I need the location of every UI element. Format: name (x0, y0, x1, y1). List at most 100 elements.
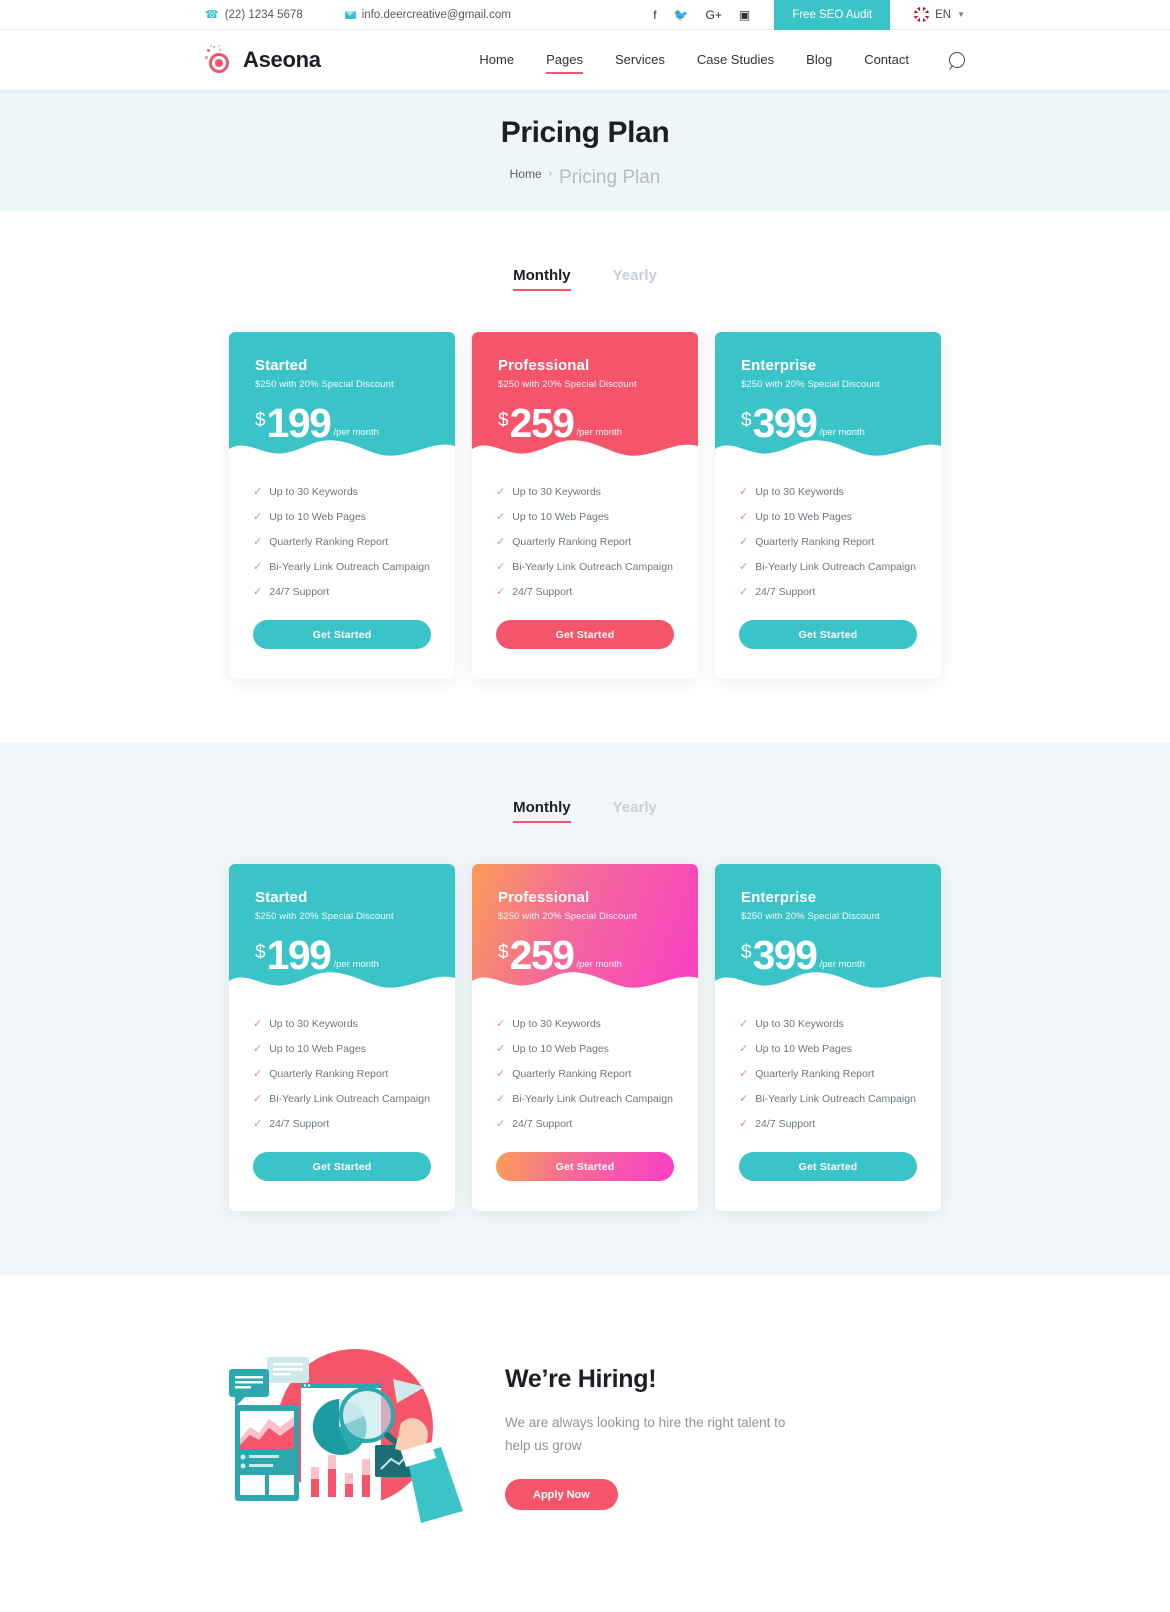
page-title: Pricing Plan (500, 115, 670, 151)
feature-label: Up to 10 Web Pages (755, 511, 852, 523)
plan-currency: $ (741, 410, 752, 431)
list-item: ✓ Up to 30 Keywords (739, 486, 917, 498)
nav-item-pages[interactable]: Pages (530, 50, 599, 74)
plan-name: Started (255, 357, 308, 374)
feature-label: Quarterly Ranking Report (269, 1068, 389, 1080)
list-item: ✓ 24/7 Support (253, 1118, 431, 1130)
plan-subtitle: $250 with 20% Special Discount (741, 911, 880, 922)
check-icon: ✓ (739, 1092, 749, 1105)
breadcrumb-current: Pricing Plan (558, 166, 661, 188)
nav-item-contact[interactable]: Contact (848, 50, 925, 70)
breadcrumb: Home › Pricing Plan (510, 161, 661, 187)
nav-menu: Home Pages Services Case Studies Blog Co… (463, 48, 969, 74)
plan-name: Enterprise (741, 889, 817, 906)
check-icon: ✓ (739, 485, 749, 498)
brand-logo[interactable]: Aseona (205, 45, 321, 75)
check-icon: ✓ (739, 1017, 749, 1030)
check-icon: ✓ (496, 1117, 506, 1130)
plan-cta-wrap: Get Started (715, 598, 941, 679)
search-icon[interactable] (945, 48, 969, 72)
plan-features: ✓ Up to 30 Keywords ✓ Up to 10 Web Pages ✓… (715, 460, 941, 598)
plan-cta-wrap: Get Started (472, 1130, 698, 1211)
check-icon: ✓ (739, 1067, 749, 1080)
wave-divider-icon (229, 972, 455, 993)
check-icon: ✓ (739, 1117, 749, 1130)
get-started-button[interactable]: Get Started (739, 620, 917, 649)
instagram-icon[interactable]: ▣ (739, 9, 750, 21)
feature-label: Up to 30 Keywords (755, 1018, 844, 1030)
billing-toggle-monthly-2[interactable]: Monthly (513, 799, 571, 823)
feature-label: Up to 30 Keywords (512, 486, 601, 498)
feature-label: Quarterly Ranking Report (755, 1068, 875, 1080)
brand-name: Aseona (243, 47, 321, 72)
nav-item-home[interactable]: Home (463, 50, 530, 70)
check-icon: ✓ (253, 1117, 263, 1130)
pricing-card-header: Started $250 with 20% Special Discount $… (229, 864, 455, 993)
list-item: ✓ Up to 30 Keywords (253, 486, 431, 498)
billing-toggle-yearly-2[interactable]: Yearly (613, 799, 657, 823)
pricing-card-header: Professional $250 with 20% Special Disco… (472, 864, 698, 993)
topbar: ☎ (22) 1234 5678 info.deercreative@gmail… (0, 0, 1170, 30)
get-started-button[interactable]: Get Started (739, 1152, 917, 1181)
check-icon: ✓ (496, 1067, 506, 1080)
list-item: ✓ Up to 30 Keywords (496, 486, 674, 498)
feature-label: 24/7 Support (512, 586, 573, 598)
check-icon: ✓ (496, 585, 506, 598)
check-icon: ✓ (739, 1042, 749, 1055)
get-started-button[interactable]: Get Started (496, 620, 674, 649)
feature-label: Up to 10 Web Pages (512, 1043, 609, 1055)
plan-name: Professional (498, 357, 590, 374)
page-hero: Pricing Plan Home › Pricing Plan (0, 90, 1170, 211)
free-seo-audit-button[interactable]: Free SEO Audit (774, 0, 891, 30)
breadcrumb-home[interactable]: Home (510, 167, 542, 181)
pricing-card-enterprise-2: Enterprise $250 with 20% Special Discoun… (715, 864, 941, 1211)
nav-item-blog[interactable]: Blog (790, 50, 848, 70)
list-item: ✓ Up to 10 Web Pages (496, 1043, 674, 1055)
check-icon: ✓ (739, 510, 749, 523)
feature-label: 24/7 Support (755, 586, 816, 598)
analytics-illustration (215, 1327, 475, 1542)
feature-label: Quarterly Ranking Report (755, 536, 875, 548)
plan-subtitle: $250 with 20% Special Discount (498, 379, 637, 390)
feature-label: Quarterly Ranking Report (512, 536, 632, 548)
mail-icon (344, 10, 356, 19)
billing-toggle-monthly-1[interactable]: Monthly (513, 267, 571, 291)
nav-item-case-studies[interactable]: Case Studies (681, 50, 790, 70)
facebook-icon[interactable]: f (653, 9, 656, 21)
feature-label: Up to 30 Keywords (269, 486, 358, 498)
billing-toggle-yearly-1[interactable]: Yearly (613, 267, 657, 291)
check-icon: ✓ (253, 1017, 263, 1030)
language-selector[interactable]: EN ▼ (914, 7, 965, 22)
plan-cta-wrap: Get Started (715, 1130, 941, 1211)
topbar-phone[interactable]: ☎ (22) 1234 5678 (205, 8, 303, 22)
get-started-button[interactable]: Get Started (253, 620, 431, 649)
list-item: ✓ Up to 30 Keywords (739, 1018, 917, 1030)
pricing-section-flat: Monthly Yearly Started $250 with 20% Spe… (0, 211, 1170, 743)
get-started-button[interactable]: Get Started (253, 1152, 431, 1181)
apply-now-button[interactable]: Apply Now (505, 1479, 618, 1510)
plan-features: ✓ Up to 30 Keywords ✓ Up to 10 Web Pages ✓… (229, 460, 455, 598)
googleplus-icon[interactable]: G+ (706, 9, 722, 21)
list-item: ✓ 24/7 Support (496, 1118, 674, 1130)
nav-item-services[interactable]: Services (599, 50, 681, 70)
list-item: ✓ Bi-Yearly Link Outreach Campaign (253, 561, 431, 573)
plan-currency: $ (741, 942, 752, 963)
plan-subtitle: $250 with 20% Special Discount (498, 911, 637, 922)
check-icon: ✓ (253, 560, 263, 573)
plan-currency: $ (255, 410, 266, 431)
list-item: ✓ Quarterly Ranking Report (739, 1068, 917, 1080)
plan-features: ✓ Up to 30 Keywords ✓ Up to 10 Web Pages ✓… (472, 992, 698, 1130)
list-item: ✓ Quarterly Ranking Report (253, 1068, 431, 1080)
list-item: ✓ 24/7 Support (739, 586, 917, 598)
twitter-icon[interactable]: 🐦 (674, 9, 689, 21)
list-item: ✓ Bi-Yearly Link Outreach Campaign (739, 1093, 917, 1105)
billing-toggle-1: Monthly Yearly (0, 267, 1170, 291)
get-started-button[interactable]: Get Started (496, 1152, 674, 1181)
hiring-title-text: We’re Hiring! (505, 1365, 657, 1393)
language-label: EN (935, 8, 952, 21)
topbar-email[interactable]: info.deercreative@gmail.com (344, 9, 511, 21)
check-icon: ✓ (739, 585, 749, 598)
plan-cta-wrap: Get Started (229, 598, 455, 679)
feature-label: Bi-Yearly Link Outreach Campaign (269, 561, 430, 573)
list-item: ✓ Up to 30 Keywords (253, 1018, 431, 1030)
